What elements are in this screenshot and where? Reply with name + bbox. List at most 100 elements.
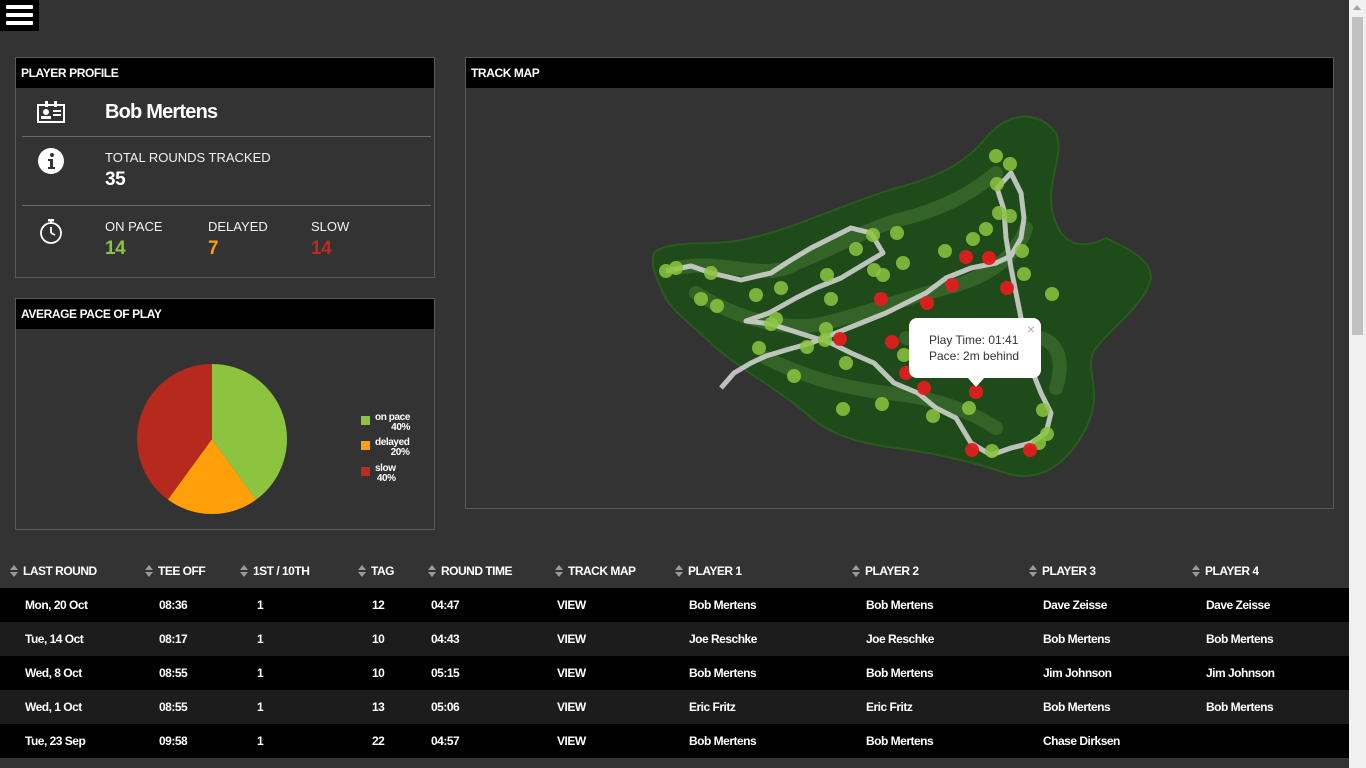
col-header-track-map[interactable]: TRACK MAP [555, 553, 675, 588]
cell-player-3: Bob Mertens [1029, 622, 1192, 656]
sort-icon [428, 565, 436, 578]
on-pace-marker[interactable] [849, 242, 863, 256]
on-pace-marker[interactable] [669, 261, 683, 275]
table-row[interactable]: Tue, 23 Sep 09:58 1 22 04:57 VIEW Bob Me… [0, 724, 1349, 758]
pace-stats-row: ON PACE 14 DELAYED 7 SLOW 14 [22, 206, 431, 276]
on-pace-marker[interactable] [966, 232, 980, 246]
profile-name-row: Bob Mertens [22, 88, 431, 137]
on-pace-value: 14 [105, 238, 126, 259]
on-pace-marker[interactable] [985, 444, 999, 458]
on-pace-marker[interactable] [962, 401, 976, 415]
on-pace-marker[interactable] [1015, 244, 1029, 258]
on-pace-marker[interactable] [876, 268, 890, 282]
on-pace-marker[interactable] [787, 369, 801, 383]
on-pace-marker[interactable] [694, 292, 708, 306]
page-scrollbar[interactable] [1349, 0, 1366, 768]
table-row[interactable]: Wed, 1 Oct 08:55 1 13 05:06 VIEW Eric Fr… [0, 690, 1349, 724]
scrollbar-thumb[interactable] [1352, 17, 1363, 335]
slow-marker[interactable] [982, 251, 996, 265]
on-pace-marker[interactable] [839, 356, 853, 370]
slow-marker[interactable] [885, 335, 899, 349]
slow-marker[interactable] [965, 443, 979, 457]
view-track-link[interactable]: VIEW [555, 690, 675, 724]
view-track-link[interactable]: VIEW [555, 588, 675, 622]
col-header-player-4[interactable]: PLAYER 4 [1192, 553, 1349, 588]
on-pace-marker[interactable] [866, 228, 880, 242]
cell-start-hole: 1 [240, 690, 358, 724]
player-profile-panel: PLAYER PROFILE Bob Mertens TOTAL ROUNDS … [15, 57, 435, 278]
slow-marker[interactable] [959, 250, 973, 264]
col-header-player-2[interactable]: PLAYER 2 [852, 553, 1029, 588]
cell-last-round: Mon, 20 Oct [0, 588, 145, 622]
cell-last-round: Tue, 23 Sep [0, 724, 145, 758]
col-header-tag[interactable]: TAG [358, 553, 428, 588]
on-pace-marker[interactable] [824, 292, 838, 306]
sort-icon [1192, 565, 1200, 578]
on-pace-marker[interactable] [992, 206, 1006, 220]
on-pace-marker[interactable] [938, 244, 952, 258]
col-header-player-1[interactable]: PLAYER 1 [675, 553, 852, 588]
slow-marker[interactable] [969, 385, 983, 399]
on-pace-marker[interactable] [1003, 157, 1017, 171]
cell-player-4: Bob Mertens [1192, 622, 1349, 656]
view-track-link[interactable]: VIEW [555, 656, 675, 690]
slow-marker[interactable] [833, 332, 847, 346]
on-pace-marker[interactable] [752, 341, 766, 355]
on-pace-marker[interactable] [989, 149, 1003, 163]
average-pace-panel: AVERAGE PACE OF PLAY on pace 40% delayed… [15, 298, 435, 530]
on-pace-marker[interactable] [820, 268, 834, 282]
stopwatch-icon [40, 219, 62, 244]
legend-swatch-slow [361, 467, 370, 476]
table-row[interactable]: Wed, 8 Oct 08:55 1 10 05:15 VIEW Bob Mer… [0, 656, 1349, 690]
player-name: Bob Mertens [105, 101, 218, 123]
col-header-player-3[interactable]: PLAYER 3 [1029, 553, 1192, 588]
sort-icon [145, 565, 153, 578]
id-card-icon [37, 101, 65, 123]
on-pace-marker[interactable] [926, 409, 940, 423]
legend-item-delayed: delayed 20% [361, 438, 410, 458]
slow-marker[interactable] [1023, 443, 1037, 457]
on-pace-marker[interactable] [890, 226, 904, 240]
view-track-link[interactable]: VIEW [555, 724, 675, 758]
on-pace-marker[interactable] [1045, 287, 1059, 301]
view-track-link[interactable]: VIEW [555, 622, 675, 656]
table-row[interactable]: Mon, 20 Oct 08:36 1 12 04:47 VIEW Bob Me… [0, 588, 1349, 622]
on-pace-marker[interactable] [774, 281, 788, 295]
cell-last-round: Wed, 8 Oct [0, 656, 145, 690]
col-header-tee-off[interactable]: TEE OFF [145, 553, 240, 588]
cell-round-time: 04:43 [428, 622, 555, 656]
col-header-1st-10th[interactable]: 1ST / 10TH [240, 553, 358, 588]
on-pace-marker[interactable] [1036, 403, 1050, 417]
track-map-panel: TRACK MAP [465, 57, 1334, 509]
on-pace-marker[interactable] [800, 340, 814, 354]
table-header-row: LAST ROUND TEE OFF 1ST / 10TH TAG ROUND … [0, 553, 1349, 588]
col-header-last-round[interactable]: LAST ROUND [0, 553, 145, 588]
slow-marker[interactable] [920, 296, 934, 310]
on-pace-marker[interactable] [818, 333, 832, 347]
on-pace-marker[interactable] [990, 177, 1004, 191]
slow-marker[interactable] [874, 292, 888, 306]
on-pace-marker[interactable] [764, 317, 778, 331]
on-pace-marker[interactable] [979, 222, 993, 236]
rounds-tracked-value: 35 [105, 169, 126, 190]
delayed-value: 7 [208, 238, 219, 259]
legend-pct-slow: 40% [376, 473, 396, 484]
slow-marker[interactable] [945, 278, 959, 292]
on-pace-marker[interactable] [836, 402, 850, 416]
cell-start-hole: 1 [240, 622, 358, 656]
slow-marker[interactable] [1000, 281, 1014, 295]
popup-close-icon[interactable]: × [1027, 321, 1035, 337]
golf-course-map[interactable] [466, 88, 1333, 508]
on-pace-marker[interactable] [704, 266, 718, 280]
hamburger-menu-button[interactable] [0, 0, 39, 31]
on-pace-marker[interactable] [710, 299, 724, 313]
on-pace-marker[interactable] [875, 397, 889, 411]
col-header-round-time[interactable]: ROUND TIME [428, 553, 555, 588]
on-pace-marker[interactable] [749, 288, 763, 302]
on-pace-marker[interactable] [1017, 267, 1031, 281]
info-icon [38, 148, 64, 174]
scroll-up-icon[interactable] [1353, 5, 1361, 10]
table-row[interactable]: Tue, 14 Oct 08:17 1 10 04:43 VIEW Joe Re… [0, 622, 1349, 656]
on-pace-marker[interactable] [896, 256, 910, 270]
slow-marker[interactable] [917, 381, 931, 395]
